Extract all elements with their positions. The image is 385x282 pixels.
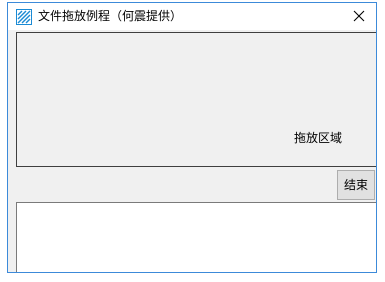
drop-zone[interactable]: 拖放区域 [16,32,376,167]
end-button[interactable]: 结束 [337,170,375,200]
app-icon [16,9,32,25]
window-title: 文件拖放例程（何震提供） [38,9,183,23]
drop-zone-label: 拖放区域 [293,131,342,145]
output-textbox[interactable] [16,202,376,272]
close-icon [353,7,365,26]
title-bar[interactable]: 文件拖放例程（何震提供） [8,3,376,30]
app-window: 文件拖放例程（何震提供） 拖放区域 结束 [7,2,377,273]
close-button[interactable] [342,3,376,30]
